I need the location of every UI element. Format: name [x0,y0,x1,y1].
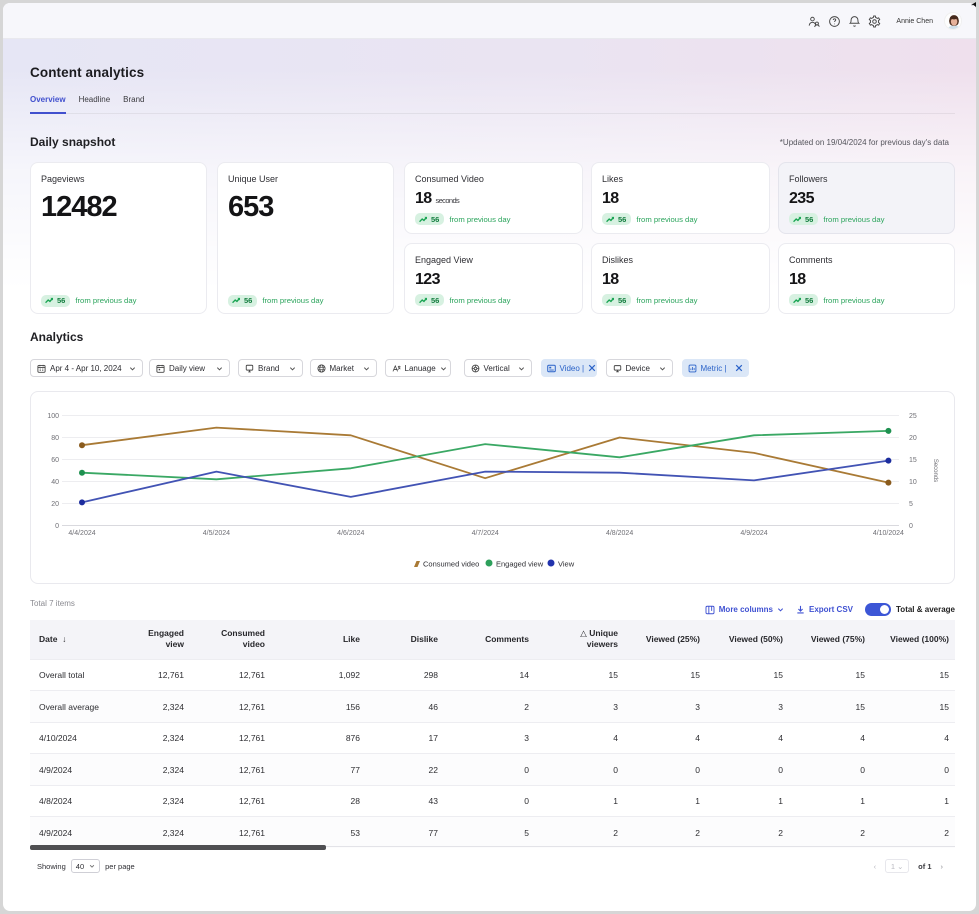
svg-text:20: 20 [51,501,59,508]
svg-text:View: View [558,560,575,569]
svg-text:4/4/2024: 4/4/2024 [68,530,95,537]
svg-text:20: 20 [909,435,917,442]
svg-text:5: 5 [909,501,913,508]
svg-text:4/10/2024: 4/10/2024 [873,530,904,537]
svg-text:15: 15 [909,457,917,464]
svg-text:0: 0 [55,523,59,530]
svg-text:4/9/2024: 4/9/2024 [740,530,767,537]
svg-text:40: 40 [51,479,59,486]
svg-text:100: 100 [47,413,59,420]
svg-text:80: 80 [51,435,59,442]
svg-text:4/6/2024: 4/6/2024 [337,530,364,537]
svg-text:Engaged view: Engaged view [496,560,544,569]
svg-text:4/8/2024: 4/8/2024 [606,530,633,537]
svg-text:Consumed video: Consumed video [423,560,479,569]
svg-text:0: 0 [909,523,913,530]
svg-text:60: 60 [51,457,59,464]
svg-text:25: 25 [909,413,917,420]
svg-text:10: 10 [909,479,917,486]
svg-text:4/7/2024: 4/7/2024 [472,530,499,537]
svg-text:4/5/2024: 4/5/2024 [203,530,230,537]
svg-text:Seconds: Seconds [932,459,938,482]
